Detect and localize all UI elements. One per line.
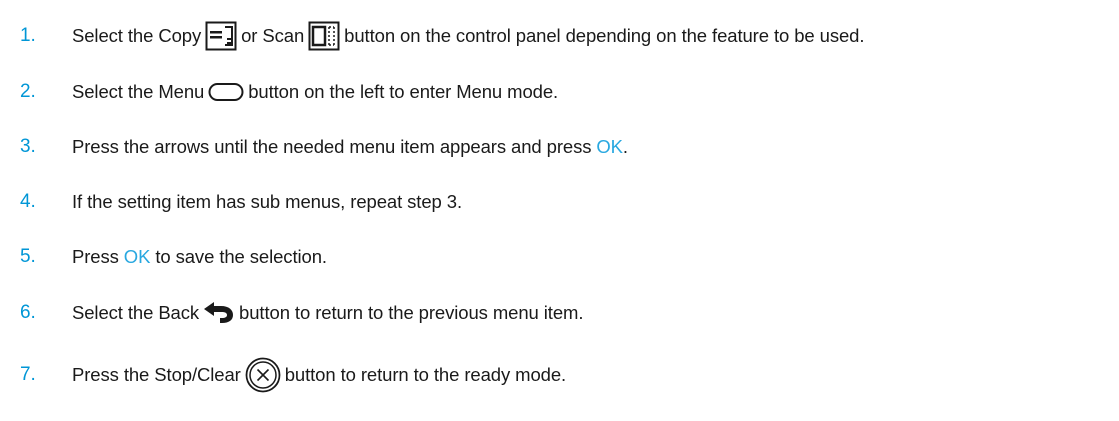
step-number: 3. <box>20 136 36 157</box>
step-text-part: button to return to the previous menu it… <box>239 302 584 323</box>
step-text-part: Press <box>72 246 119 267</box>
step-text-part: . <box>622 136 628 157</box>
step-text-part: Press the Stop/Clear <box>72 364 241 385</box>
step-text: Press OK to save the selection. <box>72 246 327 268</box>
step-text-part: button on the control panel depending on… <box>344 25 865 46</box>
step-text-part: or Scan <box>241 25 305 46</box>
step-number: 7. <box>20 364 36 385</box>
step-number: 6. <box>20 302 36 323</box>
step-text: Select the Back button to return to the … <box>72 301 583 325</box>
copy-icon <box>205 21 237 51</box>
step-text-part: button to return to the ready mode. <box>284 364 567 385</box>
step-number: 5. <box>20 246 36 267</box>
step-text: Press the Stop/Clear button to return to… <box>72 357 566 393</box>
step-number: 1. <box>20 25 36 46</box>
instruction-steps: 1. Select the Copy or Scan button on the… <box>0 0 1119 421</box>
step-text-part: to save the selection. <box>155 246 327 267</box>
step-text-part: Select the Copy <box>72 25 202 46</box>
step-text: Press the arrows until the needed menu i… <box>72 136 628 158</box>
step-text-part: button on the left to enter Menu mode. <box>248 81 559 102</box>
ok-label: OK <box>123 246 151 267</box>
step-number: 4. <box>20 191 36 212</box>
step-text: Select the Menu button on the left to en… <box>72 81 558 103</box>
step-text-part: If the setting item has sub menus, repea… <box>72 191 462 212</box>
back-arrow-icon <box>203 301 235 325</box>
ok-label: OK <box>596 136 623 157</box>
step-text-part: Press the arrows until the needed menu i… <box>72 136 592 157</box>
scan-icon <box>308 21 340 51</box>
step-text-part: Select the Menu <box>72 81 205 102</box>
stop-clear-icon <box>245 357 281 393</box>
menu-button-icon <box>208 82 244 102</box>
step-text: Select the Copy or Scan button on the co… <box>72 21 865 51</box>
step-text-part: Select the Back <box>72 302 200 323</box>
step-text: If the setting item has sub menus, repea… <box>72 191 462 213</box>
step-number: 2. <box>20 81 36 102</box>
